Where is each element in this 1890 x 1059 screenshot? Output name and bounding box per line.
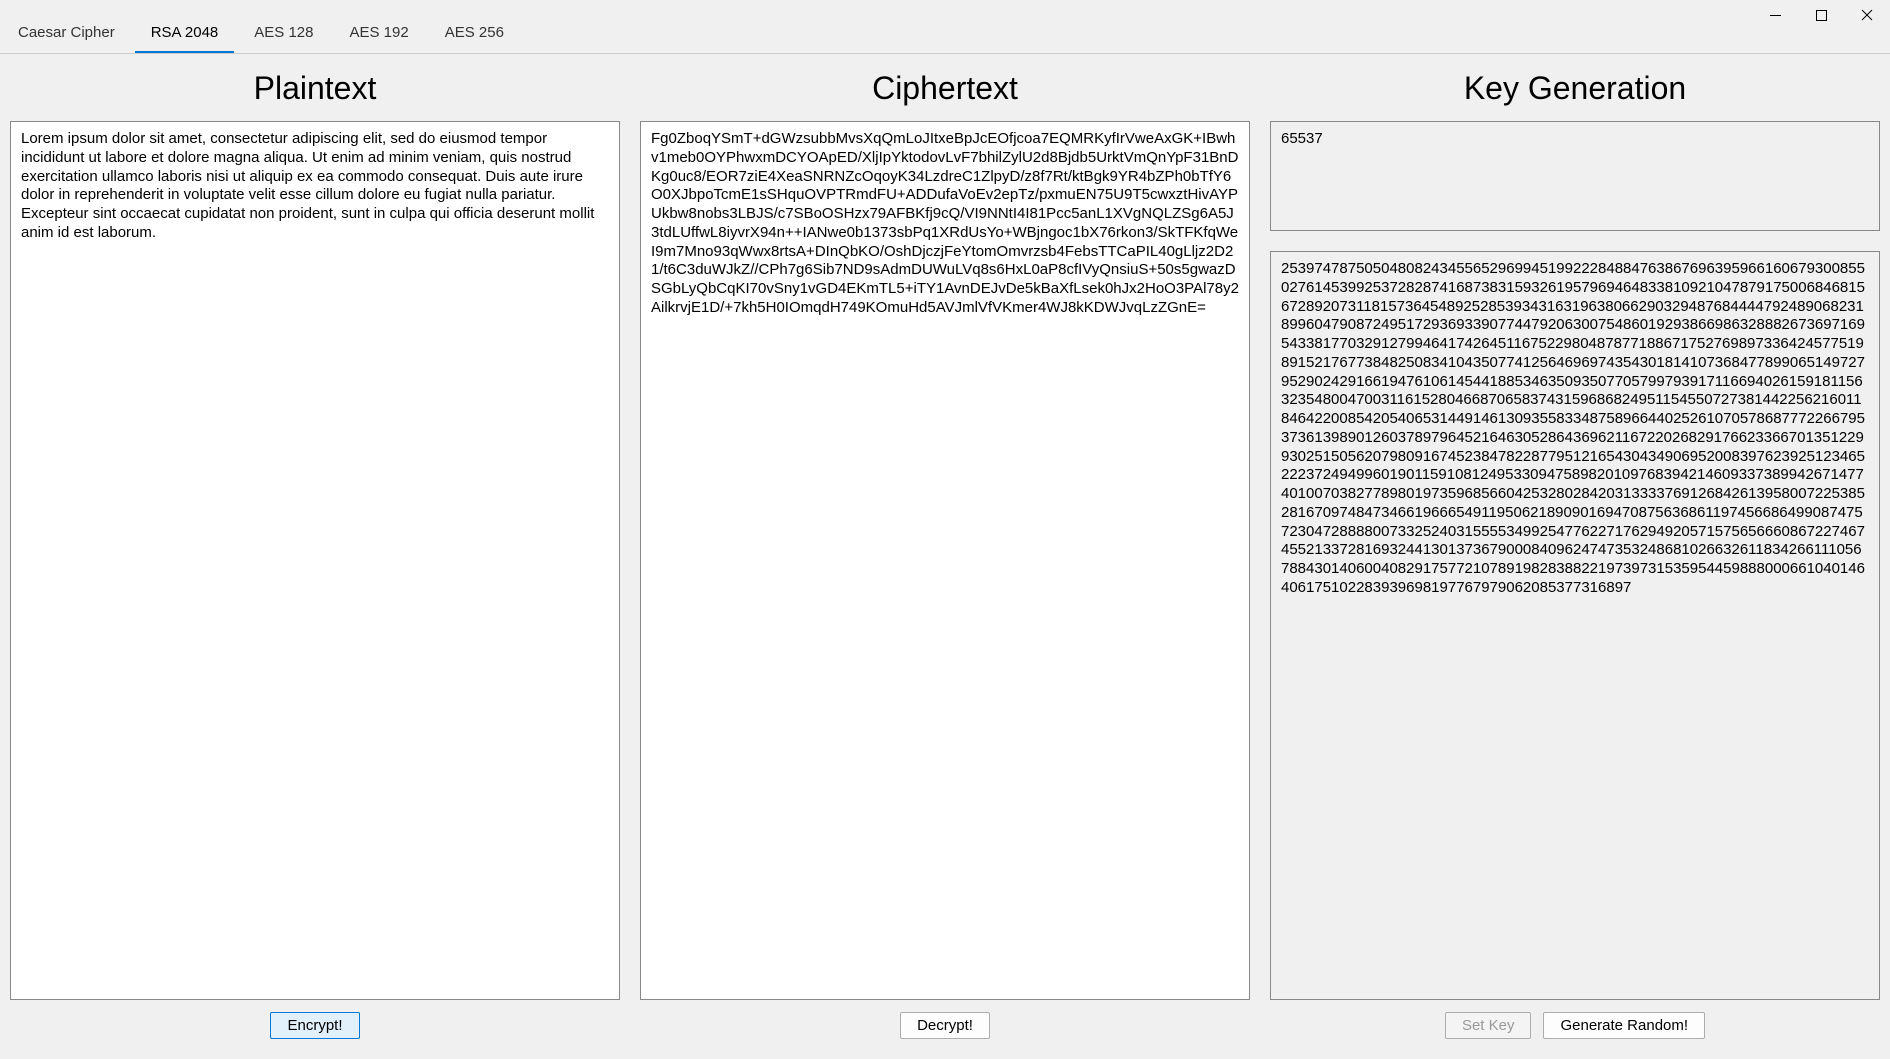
plaintext-input[interactable]: Lorem ipsum dolor sit amet, consectetur … [10, 121, 620, 1000]
tab-rsa-2048[interactable]: RSA 2048 [135, 14, 235, 53]
close-icon[interactable] [1844, 0, 1890, 30]
main-columns: Plaintext Lorem ipsum dolor sit amet, co… [0, 54, 1890, 1047]
plaintext-heading: Plaintext [10, 70, 620, 107]
modulus-field[interactable]: 2539747875050480824345565296994519922284… [1270, 251, 1880, 1000]
public-exponent-field[interactable]: 65537 [1270, 121, 1880, 231]
set-key-button[interactable]: Set Key [1445, 1012, 1532, 1039]
encrypt-button[interactable]: Encrypt! [270, 1012, 359, 1039]
ciphertext-output[interactable]: Fg0ZboqYSmT+dGWzsubbMvsXqQmLoJItxeBpJcEO… [640, 121, 1250, 1000]
tab-bar: Caesar Cipher RSA 2048 AES 128 AES 192 A… [0, 0, 1890, 54]
ciphertext-heading: Ciphertext [640, 70, 1250, 107]
tab-caesar-cipher[interactable]: Caesar Cipher [2, 14, 131, 53]
keygen-heading: Key Generation [1270, 70, 1880, 107]
tab-aes-256[interactable]: AES 256 [429, 14, 520, 53]
tab-aes-128[interactable]: AES 128 [238, 14, 329, 53]
keygen-button-row: Set Key Generate Random! [1270, 1000, 1880, 1047]
ciphertext-column: Ciphertext Fg0ZboqYSmT+dGWzsubbMvsXqQmLo… [640, 64, 1250, 1047]
keygen-column: Key Generation 65537 2539747875050480824… [1270, 64, 1880, 1047]
tab-aes-192[interactable]: AES 192 [334, 14, 425, 53]
window-controls [1752, 0, 1890, 30]
plaintext-button-row: Encrypt! [10, 1000, 620, 1047]
decrypt-button[interactable]: Decrypt! [900, 1012, 990, 1039]
generate-random-button[interactable]: Generate Random! [1543, 1012, 1705, 1039]
maximize-icon[interactable] [1798, 0, 1844, 30]
ciphertext-button-row: Decrypt! [640, 1000, 1250, 1047]
plaintext-column: Plaintext Lorem ipsum dolor sit amet, co… [10, 64, 620, 1047]
minimize-icon[interactable] [1752, 0, 1798, 30]
